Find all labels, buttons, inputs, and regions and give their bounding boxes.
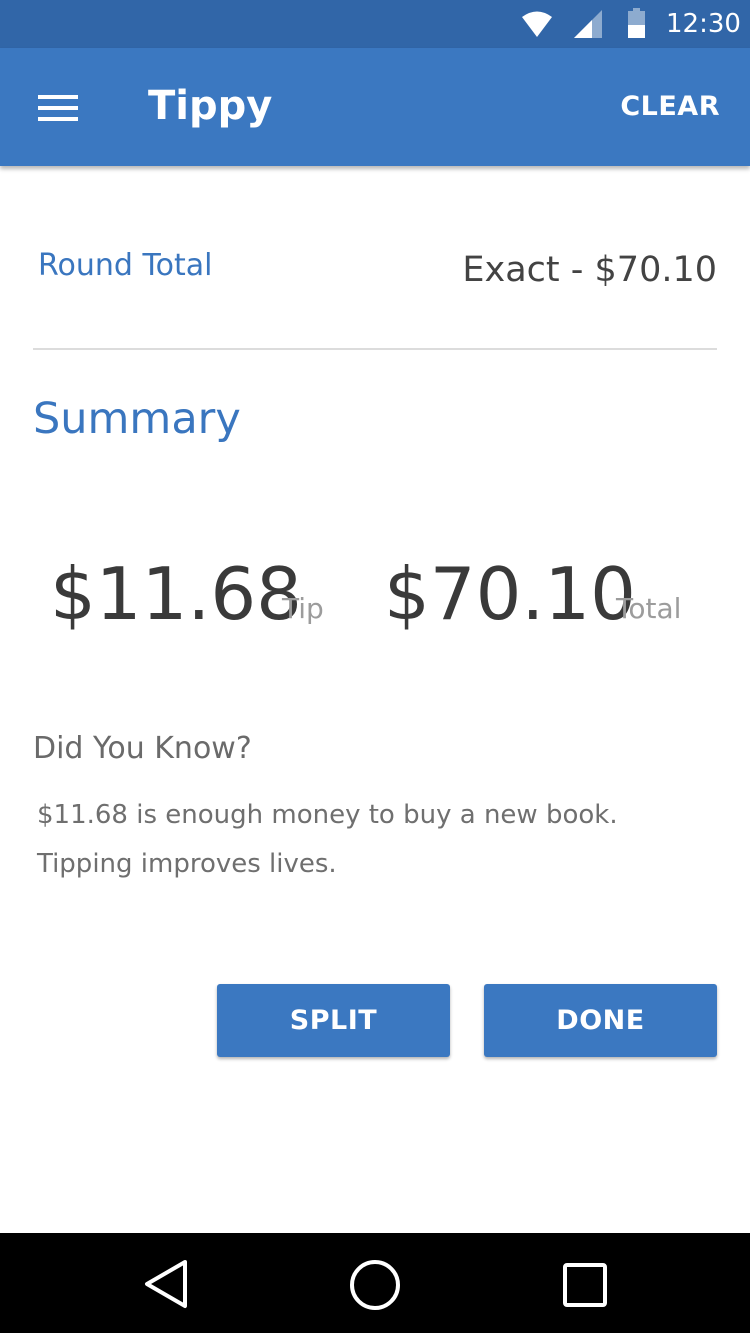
fact-line: $11.68 is enough money to buy a new book… [37, 800, 618, 830]
home-icon[interactable] [348, 1258, 402, 1312]
signal-icon [574, 10, 602, 38]
total-label: Total [616, 592, 682, 625]
divider [33, 348, 717, 350]
summary-heading: Summary [33, 394, 241, 444]
status-time: 12:30 [666, 9, 741, 39]
status-bar: 12:30 [0, 0, 750, 48]
split-button[interactable]: SPLIT [217, 984, 450, 1057]
app-title: Tippy [148, 83, 273, 129]
battery-icon [628, 8, 645, 38]
round-total-value[interactable]: Exact - $70.10 [462, 249, 717, 291]
tip-label: Tip [282, 592, 324, 625]
clear-button[interactable]: CLEAR [620, 90, 720, 124]
back-icon[interactable] [141, 1258, 191, 1310]
navigation-bar [0, 1233, 750, 1333]
done-button[interactable]: DONE [484, 984, 717, 1057]
recents-icon[interactable] [561, 1261, 609, 1309]
total-amount: $70.10 [384, 552, 636, 636]
round-total-label[interactable]: Round Total [38, 247, 213, 285]
did-you-know-heading: Did You Know? [33, 731, 252, 766]
fact-line: Tipping improves lives. [37, 849, 337, 879]
menu-icon[interactable] [38, 95, 78, 121]
tip-amount: $11.68 [50, 552, 302, 636]
app-bar: Tippy CLEAR [0, 48, 750, 166]
wifi-icon [522, 11, 552, 37]
